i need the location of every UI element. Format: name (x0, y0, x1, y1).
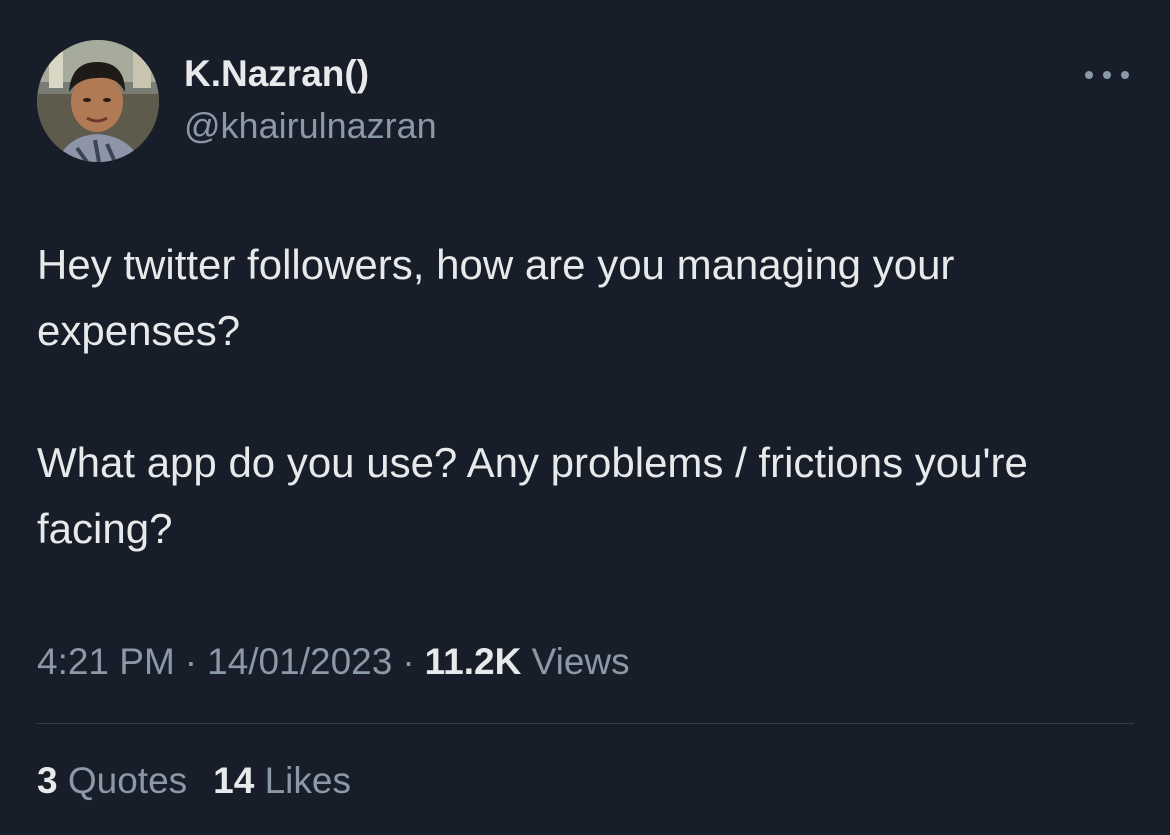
avatar[interactable] (37, 40, 159, 162)
tweet-card: K.Nazran() @khairulnazran Hey twitter fo… (0, 0, 1170, 835)
meta-separator: · (184, 641, 198, 682)
likes-count: 14 (213, 760, 255, 801)
views-label[interactable]: Views (532, 641, 630, 682)
quotes-count: 3 (37, 760, 58, 801)
tweet-paragraph: Hey twitter followers, how are you manag… (37, 241, 955, 354)
more-options-button[interactable] (1080, 60, 1134, 90)
meta-separator: · (402, 641, 415, 682)
quotes-label: Quotes (67, 760, 188, 801)
tweet-meta: 4:21 PM · 14/01/2023 · 11.2K Views (37, 638, 630, 686)
tweet-stats: 3 Quotes 14 Likes (37, 757, 351, 805)
author-display-name[interactable]: K.Nazran() (184, 52, 369, 96)
avatar-photo (37, 40, 159, 162)
likes-stat[interactable]: 14 Likes (213, 760, 351, 801)
tweet-time[interactable]: 4:21 PM (37, 641, 175, 682)
divider (37, 723, 1134, 724)
author-handle[interactable]: @khairulnazran (184, 104, 437, 148)
likes-label: Likes (264, 760, 351, 801)
tweet-date[interactable]: 14/01/2023 (207, 641, 392, 682)
more-options-icon (1085, 71, 1129, 79)
quotes-stat[interactable]: 3 Quotes (37, 760, 187, 801)
tweet-paragraph: What app do you use? Any problems / fric… (37, 439, 1028, 552)
views-count[interactable]: 11.2K (425, 641, 522, 682)
tweet-text: Hey twitter followers, how are you manag… (37, 232, 1137, 562)
